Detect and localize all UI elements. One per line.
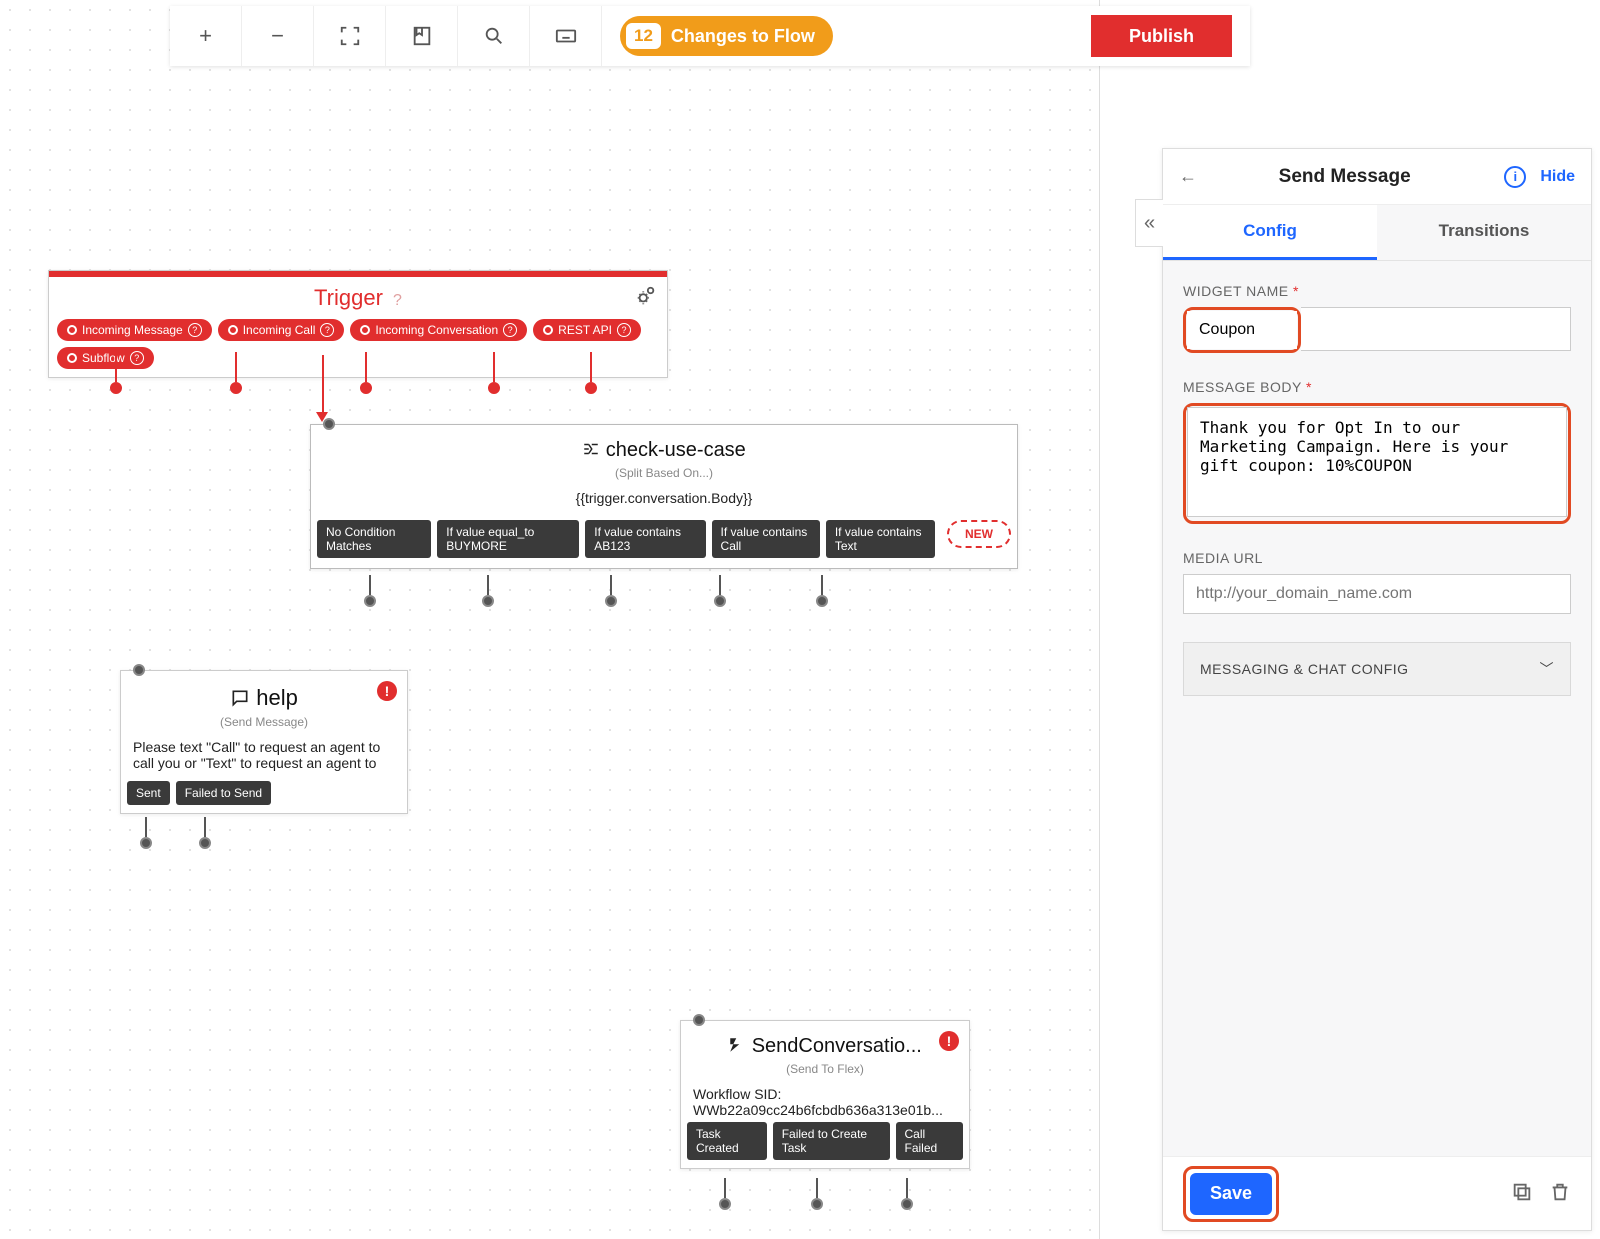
flex-icon — [728, 1036, 746, 1054]
message-body-label: MESSAGE BODY — [1183, 379, 1302, 395]
split-icon — [582, 440, 600, 458]
trigger-outlet-incoming-call[interactable]: Incoming Call? — [218, 319, 345, 341]
top-toolbar: + − 12 Changes to Flow Publish — [170, 6, 1250, 66]
trash-icon[interactable] — [1549, 1181, 1571, 1206]
zoom-out-button[interactable]: − — [242, 6, 314, 66]
tab-transitions[interactable]: Transitions — [1377, 205, 1591, 260]
help-node[interactable]: ! help (Send Message) Please text "Call"… — [120, 670, 408, 814]
connection-line — [322, 355, 324, 415]
flex-subtitle: (Send To Flex) — [681, 1062, 969, 1076]
transition-chip[interactable]: Task Created — [687, 1122, 767, 1160]
messaging-chat-config-section[interactable]: MESSAGING & CHAT CONFIG ﹀ — [1183, 642, 1571, 696]
inspector-panel: « ← Send Message i Hide Config Transitio… — [1162, 148, 1592, 1231]
condition-chip[interactable]: If value equal_to BUYMORE — [437, 520, 579, 558]
panel-title: Send Message — [1185, 166, 1504, 188]
send-to-flex-node[interactable]: ! SendConversatio... (Send To Flex) Work… — [680, 1020, 970, 1169]
split-node[interactable]: check-use-case (Split Based On...) {{tri… — [310, 424, 1018, 569]
transition-chip[interactable]: Call Failed — [896, 1122, 964, 1160]
hide-button[interactable]: Hide — [1540, 168, 1575, 186]
new-condition-button[interactable]: NEW — [947, 520, 1011, 548]
trigger-outlet-incoming-conversation[interactable]: Incoming Conversation? — [350, 319, 527, 341]
publish-button[interactable]: Publish — [1091, 15, 1232, 57]
chevron-down-icon: ﹀ — [1540, 659, 1555, 679]
search-button[interactable] — [458, 6, 530, 66]
message-icon — [230, 688, 250, 708]
help-icon[interactable]: ? — [393, 292, 402, 309]
condition-chip[interactable]: If value contains AB123 — [585, 520, 705, 558]
message-body-input[interactable] — [1187, 407, 1567, 517]
split-subtitle: (Split Based On...) — [311, 466, 1017, 480]
flex-body-value: WWb22a09cc24b6fcbdb636a313e01b... — [693, 1102, 957, 1118]
split-expression: {{trigger.conversation.Body}} — [311, 486, 1017, 516]
keyboard-button[interactable] — [530, 6, 602, 66]
widget-name-input[interactable] — [1187, 311, 1297, 349]
info-icon[interactable]: i — [1504, 166, 1526, 188]
transition-chip[interactable]: Failed to Create Task — [773, 1122, 890, 1160]
condition-chip[interactable]: If value contains Call — [712, 520, 820, 558]
trigger-outlet-rest-api[interactable]: REST API? — [533, 319, 641, 341]
fit-screen-button[interactable] — [314, 6, 386, 66]
media-url-label: MEDIA URL — [1183, 550, 1571, 566]
disclosure-label: MESSAGING & CHAT CONFIG — [1200, 661, 1409, 677]
highlight-message-body — [1183, 403, 1571, 524]
highlight-save: Save — [1183, 1166, 1279, 1222]
save-button[interactable]: Save — [1190, 1173, 1272, 1215]
tab-config[interactable]: Config — [1163, 205, 1377, 260]
trigger-title: Trigger — [314, 285, 383, 310]
gear-icon[interactable] — [635, 285, 657, 307]
condition-chip[interactable]: No Condition Matches — [317, 520, 431, 558]
media-url-input[interactable] — [1183, 574, 1571, 614]
changes-label: Changes to Flow — [671, 26, 815, 47]
collapse-panel-button[interactable]: « — [1135, 199, 1163, 247]
highlight-widget-name — [1183, 307, 1301, 353]
help-subtitle: (Send Message) — [121, 715, 407, 729]
widget-name-label: WIDGET NAME — [1183, 283, 1289, 299]
split-title: check-use-case — [606, 439, 746, 461]
bookmark-button[interactable] — [386, 6, 458, 66]
flex-body-label: Workflow SID: — [693, 1086, 957, 1102]
zoom-in-button[interactable]: + — [170, 6, 242, 66]
flex-title: SendConversatio... — [752, 1035, 922, 1057]
trigger-outlet-incoming-message[interactable]: Incoming Message? — [57, 319, 212, 341]
help-title: help — [256, 685, 298, 710]
copy-icon[interactable] — [1511, 1181, 1533, 1206]
transition-chip[interactable]: Failed to Send — [176, 781, 271, 805]
condition-chip[interactable]: If value contains Text — [826, 520, 935, 558]
changes-count-badge: 12 — [626, 23, 661, 49]
help-body: Please text "Call" to request an agent t… — [121, 735, 407, 781]
transition-chip[interactable]: Sent — [127, 781, 170, 805]
changes-to-flow-button[interactable]: 12 Changes to Flow — [620, 16, 833, 56]
